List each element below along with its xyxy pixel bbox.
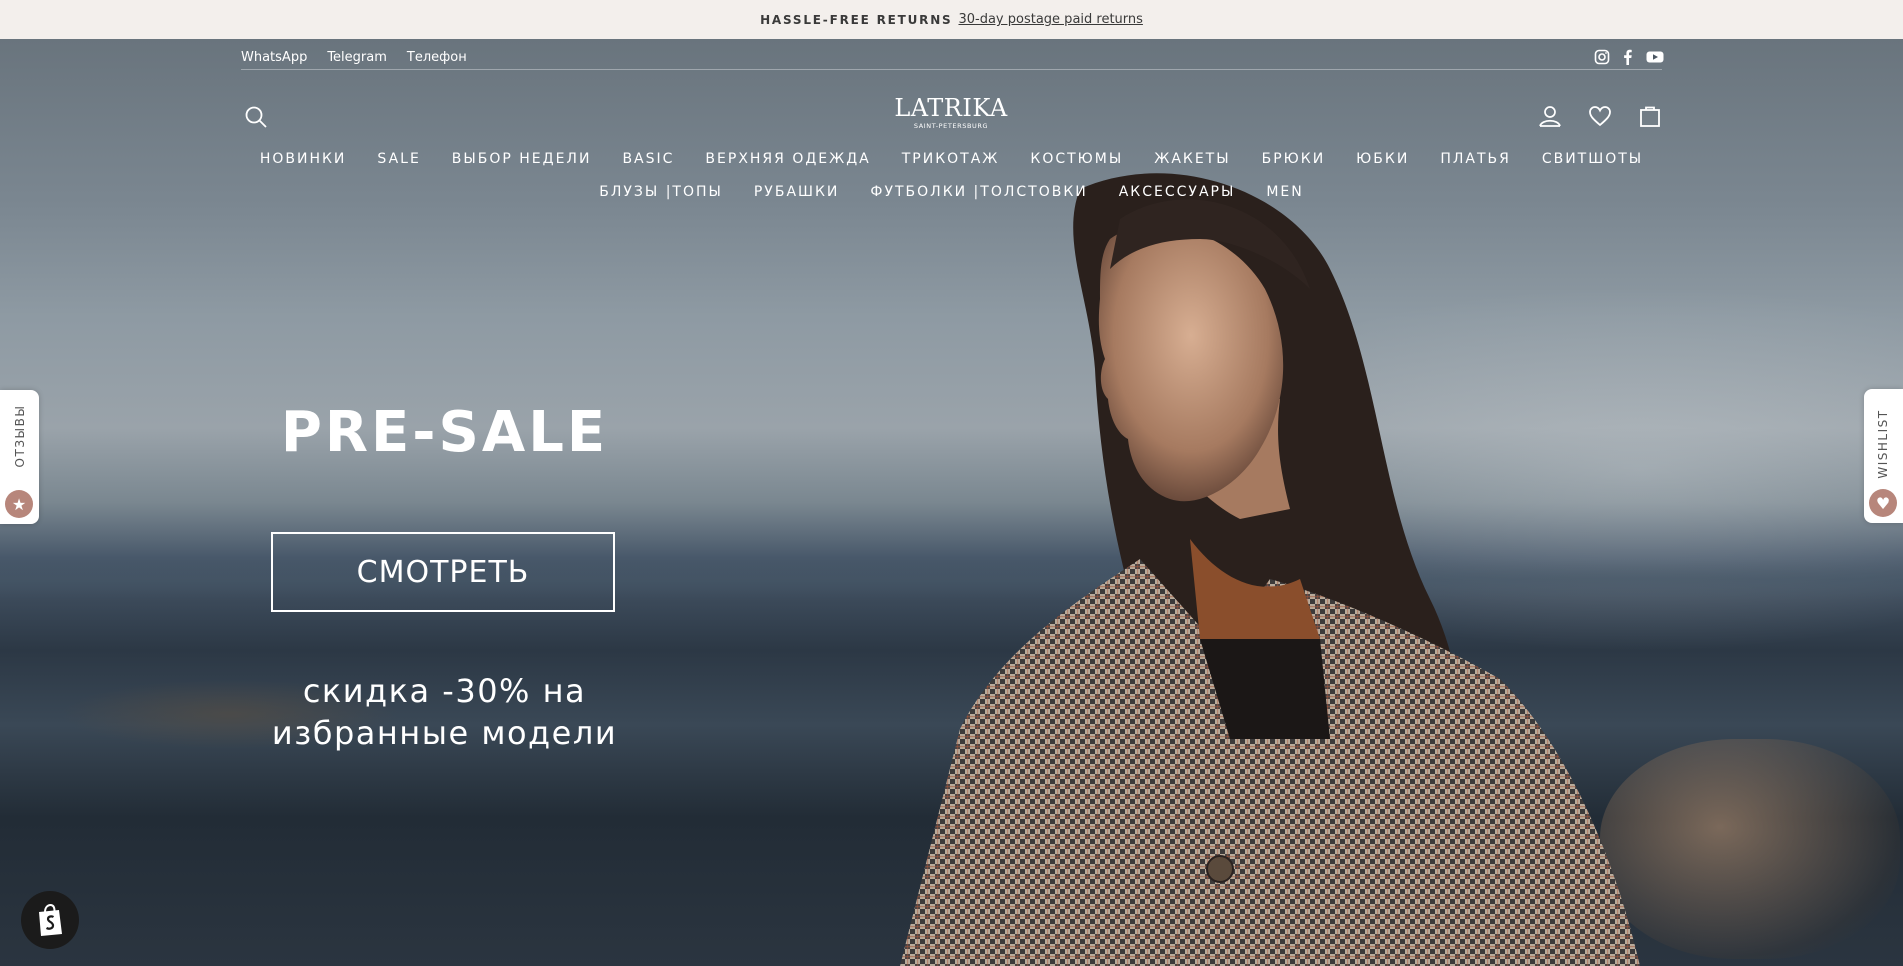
view-button[interactable]: СМОТРЕТЬ xyxy=(271,532,615,612)
nav-item-basic[interactable]: BASIC xyxy=(622,151,674,167)
cart-bag-icon[interactable] xyxy=(1638,104,1662,128)
wishlist-tab-label: WISHLIST xyxy=(1876,409,1890,479)
nav-item-jackets[interactable]: ЖАКЕТЫ xyxy=(1154,151,1230,167)
youtube-icon[interactable] xyxy=(1646,49,1664,65)
utility-divider xyxy=(241,69,1662,70)
nav-item-new[interactable]: НОВИНКИ xyxy=(260,151,347,167)
discount-line-2: избранные модели xyxy=(271,714,618,752)
nav-item-shirts[interactable]: РУБАШКИ xyxy=(754,184,840,200)
heart-icon: ♥ xyxy=(1869,489,1897,517)
nav-item-suits[interactable]: КОСТЮМЫ xyxy=(1030,151,1123,167)
main-nav-row-1: НОВИНКИ SALE ВЫБОР НЕДЕЛИ BASIC ВЕРХНЯЯ … xyxy=(0,151,1903,167)
nav-item-accessories[interactable]: АКСЕССУАРЫ xyxy=(1119,184,1236,200)
hero-discount-text: скидка -30% на избранные модели xyxy=(232,670,657,754)
facebook-icon[interactable] xyxy=(1620,49,1636,65)
nav-item-trousers[interactable]: БРЮКИ xyxy=(1262,151,1326,167)
nav-item-outerwear[interactable]: ВЕРХНЯЯ ОДЕЖДА xyxy=(705,151,870,167)
logo-name: LATRIKA xyxy=(894,94,1008,122)
nav-item-skirts[interactable]: ЮБКИ xyxy=(1356,151,1409,167)
hero-banner[interactable] xyxy=(0,39,1903,966)
hero-model-image xyxy=(900,173,1640,966)
nav-item-blouses-tops[interactable]: БЛУЗЫ |ТОПЫ xyxy=(599,184,723,200)
nav-item-sale[interactable]: SALE xyxy=(377,151,420,167)
phone-link[interactable]: Телефон xyxy=(407,50,467,65)
logo-subtitle: SAINT-PETERSBURG xyxy=(913,122,989,130)
brand-logo[interactable]: LATRIKA SAINT-PETERSBURG xyxy=(851,94,1051,130)
utility-bar: WhatsApp Telegram Телефон xyxy=(241,45,1664,69)
nav-item-men[interactable]: MEN xyxy=(1266,184,1303,200)
account-icon[interactable] xyxy=(1538,104,1562,128)
announcement-bar: HASSLE-FREE RETURNS 30-day postage paid … xyxy=(0,0,1903,39)
returns-link[interactable]: 30-day postage paid returns xyxy=(958,12,1142,27)
hero-title: PRE-SALE xyxy=(280,400,609,465)
wishlist-heart-icon[interactable] xyxy=(1588,104,1612,128)
instagram-icon[interactable] xyxy=(1594,49,1610,65)
social-links xyxy=(1594,49,1664,65)
main-nav-row-2: БЛУЗЫ |ТОПЫ РУБАШКИ ФУТБОЛКИ |ТОЛСТОВКИ … xyxy=(0,184,1903,200)
telegram-link[interactable]: Telegram xyxy=(327,50,387,65)
nav-item-tshirts-hoodies[interactable]: ФУТБОЛКИ |ТОЛСТОВКИ xyxy=(870,184,1087,200)
contact-links: WhatsApp Telegram Телефон xyxy=(241,50,467,65)
nav-item-sweatshirts[interactable]: СВИТШОТЫ xyxy=(1542,151,1643,167)
reviews-tab-label: ОТЗЫВЫ xyxy=(13,404,27,468)
shopify-bag-icon[interactable] xyxy=(21,891,79,949)
wishlist-tab[interactable]: WISHLIST ♥ xyxy=(1864,389,1903,523)
announcement-title: HASSLE-FREE RETURNS xyxy=(760,12,953,27)
nav-item-dresses[interactable]: ПЛАТЬЯ xyxy=(1440,151,1511,167)
nav-item-knitwear[interactable]: ТРИКОТАЖ xyxy=(902,151,1000,167)
whatsapp-link[interactable]: WhatsApp xyxy=(241,50,307,65)
star-icon: ★ xyxy=(5,490,33,518)
search-icon[interactable] xyxy=(244,105,268,129)
nav-item-week-pick[interactable]: ВЫБОР НЕДЕЛИ xyxy=(452,151,592,167)
reviews-tab[interactable]: ОТЗЫВЫ ★ xyxy=(0,390,39,524)
discount-line-1: скидка -30% на xyxy=(302,672,587,710)
